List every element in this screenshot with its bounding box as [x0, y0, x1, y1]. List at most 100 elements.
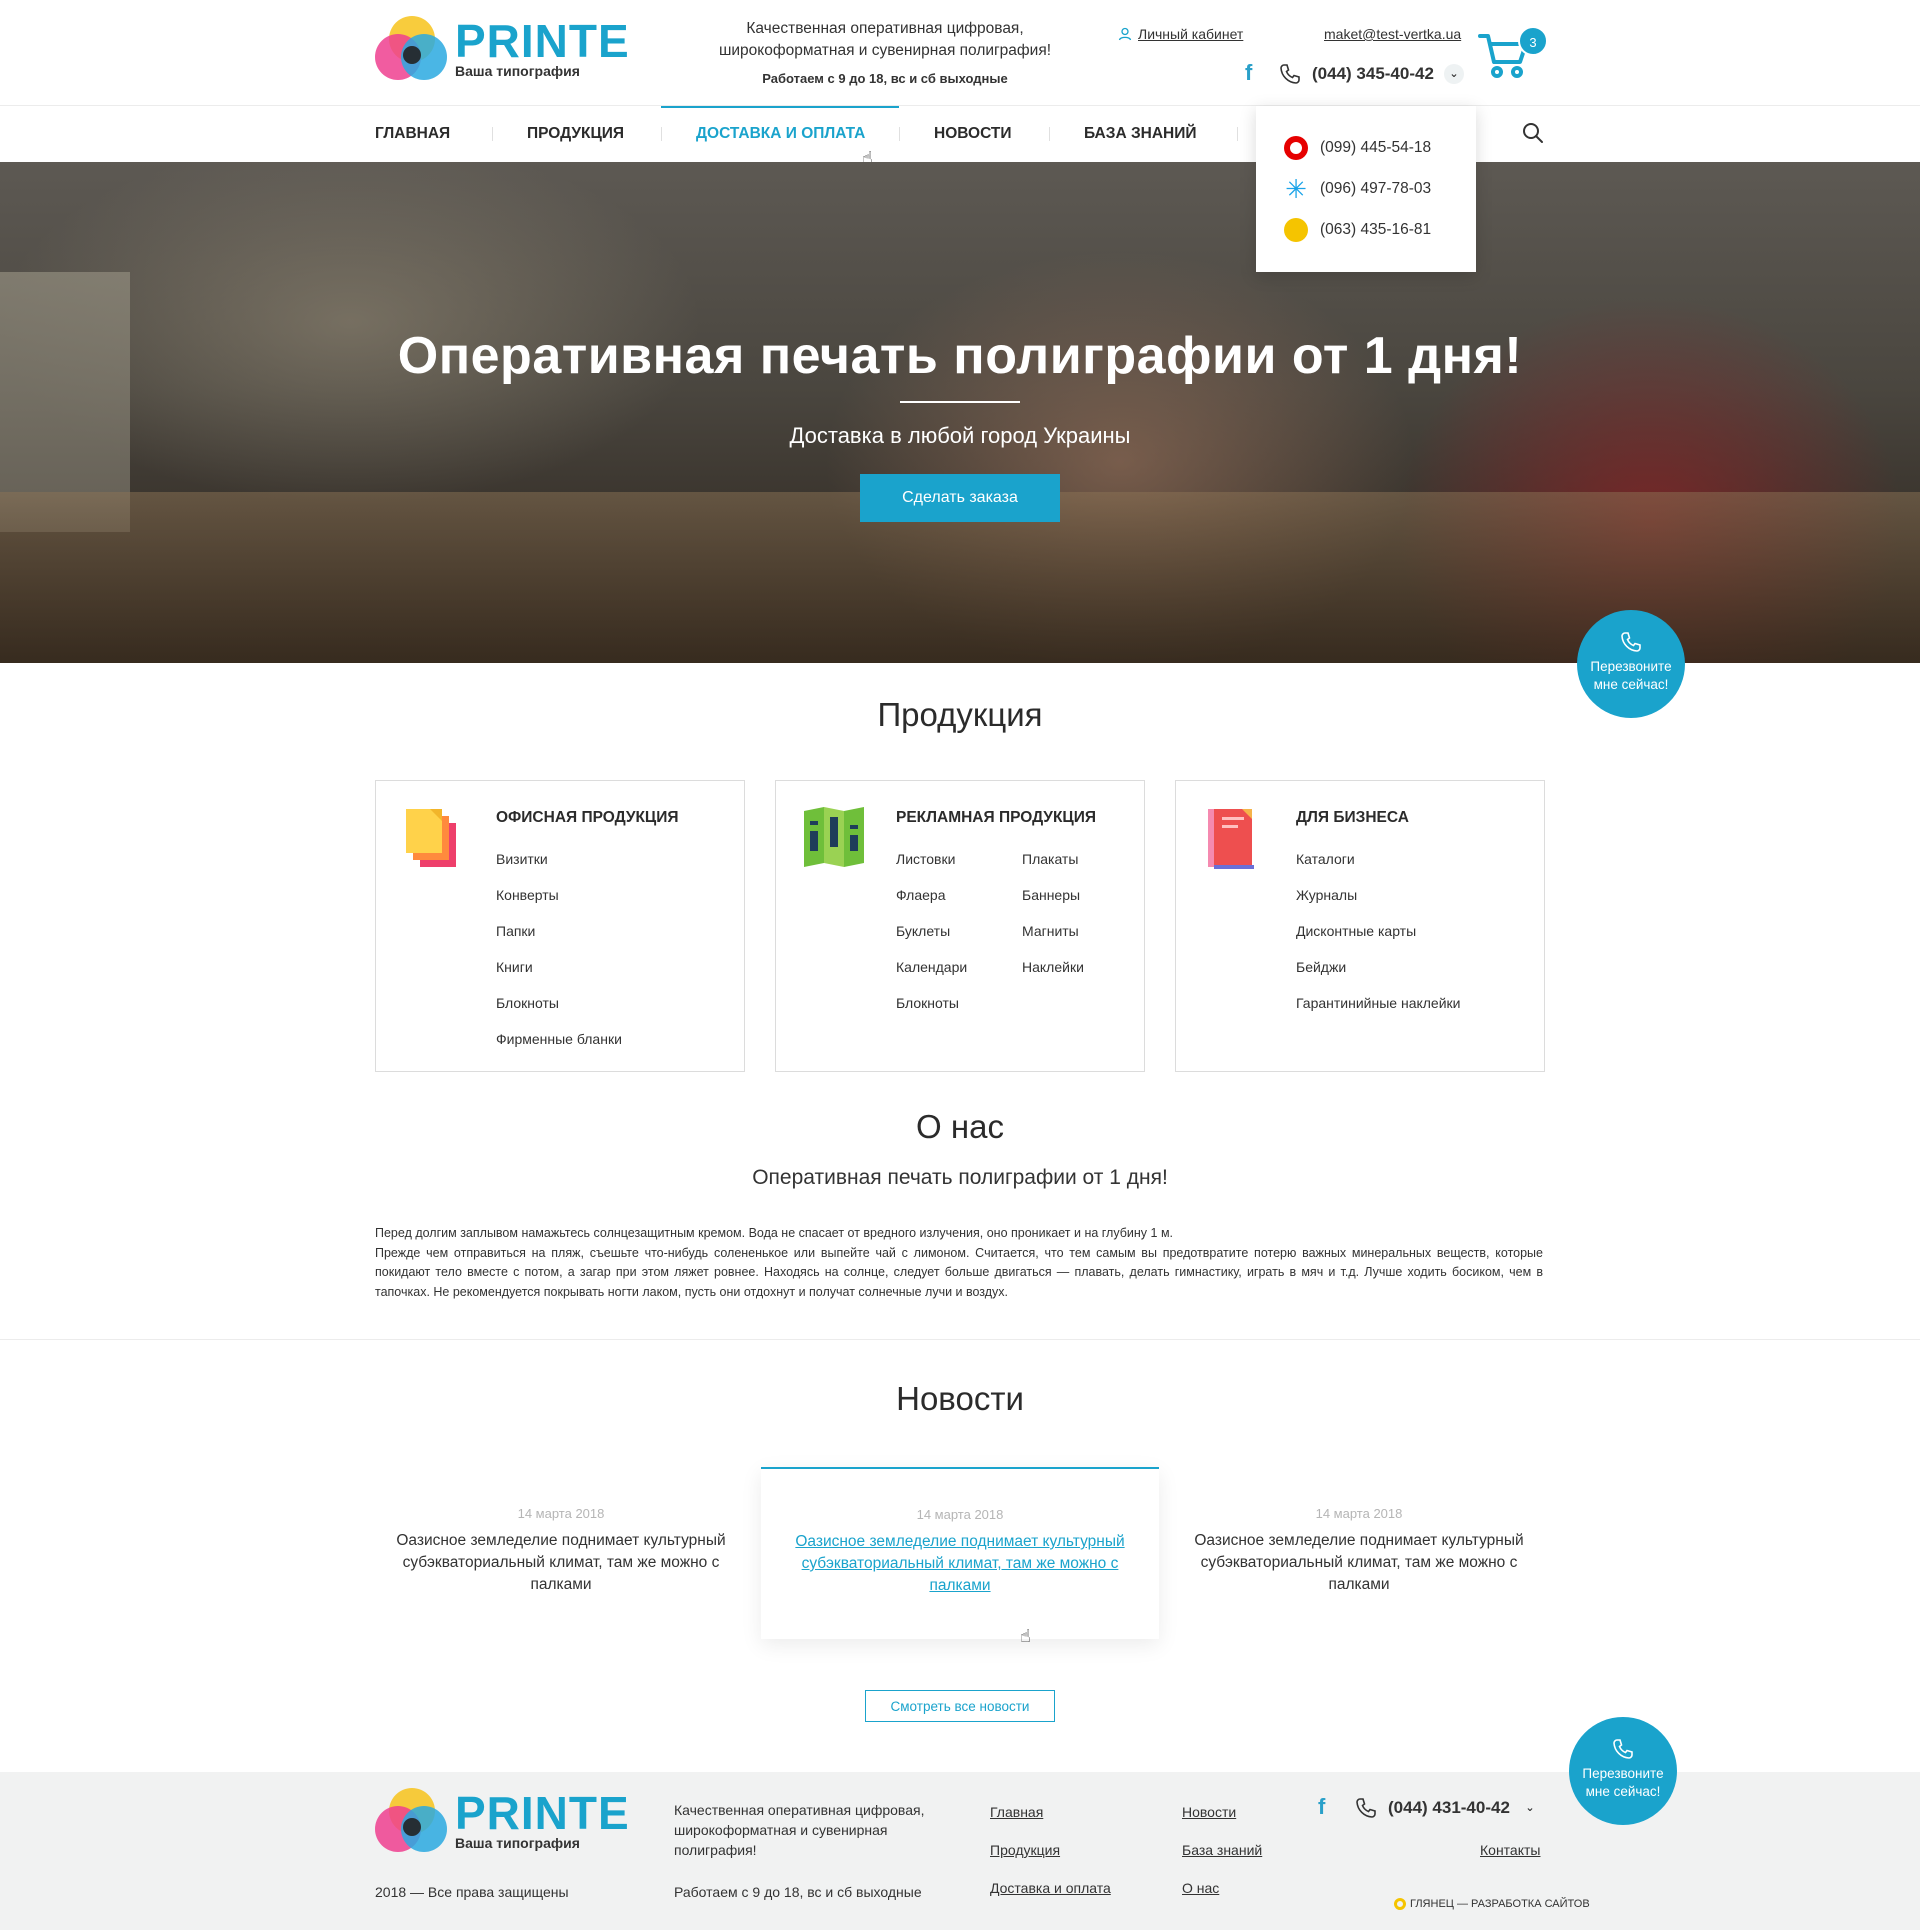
footer-link-home[interactable]: Главная	[990, 1804, 1043, 1820]
product-list: Каталоги Журналы Дисконтные карты Бейджи…	[1296, 847, 1460, 1027]
product-link[interactable]: Бейджи	[1296, 955, 1460, 991]
logo-title: PRINTE	[455, 15, 630, 67]
footer-link-knowledge[interactable]: База знаний	[1182, 1842, 1262, 1858]
header-phone[interactable]: (044) 345-40-42 ⌄	[1278, 62, 1464, 86]
lifecell-icon	[1284, 218, 1308, 242]
product-link[interactable]: Гарантинийные наклейки	[1296, 991, 1460, 1027]
footer-logo[interactable]: PRINTE Ваша типография	[375, 1788, 630, 1854]
product-link[interactable]: Фирменные бланки	[496, 1027, 622, 1063]
product-link[interactable]: Баннеры	[1022, 883, 1084, 919]
footer-link-about[interactable]: О нас	[1182, 1880, 1219, 1896]
personal-cabinet-label: Личный кабинет	[1138, 26, 1244, 42]
logo-mark-icon	[375, 16, 449, 82]
nav-separator	[492, 127, 493, 141]
footer-link-contacts[interactable]: Контакты	[1480, 1842, 1540, 1858]
catalog-book-icon	[1202, 805, 1262, 871]
chevron-down-icon[interactable]: ⌄	[1520, 1798, 1540, 1818]
product-link[interactable]: Блокноты	[496, 991, 622, 1027]
callback-label-line1: Перезвоните	[1590, 659, 1672, 674]
callback-button[interactable]: Перезвоните мне сейчас!	[1577, 610, 1685, 718]
product-link[interactable]: Листовки	[896, 847, 967, 883]
logo[interactable]: PRINTE Ваша типография	[375, 16, 630, 82]
footer-link-products[interactable]: Продукция	[990, 1842, 1060, 1858]
product-link[interactable]: Буклеты	[896, 919, 967, 955]
product-link[interactable]: Журналы	[1296, 883, 1460, 919]
nav-item-home[interactable]: ГЛАВНАЯ	[375, 106, 450, 162]
product-link[interactable]: Дисконтные карты	[1296, 919, 1460, 955]
news-card[interactable]: 14 марта 2018 Оазисное земледелие подним…	[362, 1468, 760, 1638]
product-link[interactable]: Флаера	[896, 883, 967, 919]
product-link[interactable]: Плакаты	[1022, 847, 1084, 883]
hero-title: Оперативная печать полиграфии от 1 дня!	[397, 327, 1523, 385]
site-header: PRINTE Ваша типография Качественная опер…	[0, 0, 1920, 106]
personal-cabinet-link[interactable]: Личный кабинет	[1118, 26, 1243, 42]
nav-item-news[interactable]: НОВОСТИ	[934, 106, 1012, 162]
header-tagline: Качественная оперативная цифровая, широк…	[718, 20, 1052, 59]
logo-title: PRINTE	[455, 1787, 630, 1839]
developer-credit[interactable]: ГЛЯНЕЦ — РАЗРАБОТКА САЙТОВ	[1394, 1898, 1590, 1910]
news-headline[interactable]: Оазисное земледелие поднимает культурный…	[392, 1530, 730, 1596]
news-card[interactable]: 14 марта 2018 Оазисное земледелие подним…	[1160, 1468, 1558, 1638]
product-link[interactable]: Блокноты	[896, 991, 967, 1027]
all-news-button[interactable]: Смотреть все новости	[865, 1690, 1055, 1722]
product-link[interactable]: Магниты	[1022, 919, 1084, 955]
product-link[interactable]: Наклейки	[1022, 955, 1084, 991]
product-link[interactable]: Конверты	[496, 883, 622, 919]
footer-phone[interactable]: (044) 431-40-42 ⌄	[1354, 1796, 1540, 1820]
glyanec-logo-icon	[1394, 1898, 1406, 1910]
cart-count-badge: 3	[1518, 26, 1548, 56]
news-card-hovered[interactable]: 14 марта 2018 Оазисное земледелие подним…	[761, 1467, 1159, 1639]
callback-button[interactable]: Перезвоните мне сейчас!	[1569, 1717, 1677, 1825]
user-icon	[1118, 27, 1132, 41]
dropdown-phone-vodafone[interactable]: (099) 445-54-18	[1284, 136, 1431, 160]
cart-button[interactable]: 3	[1478, 26, 1548, 86]
product-list: Плакаты Баннеры Магниты Наклейки	[1022, 847, 1084, 991]
dropdown-phone-kyivstar[interactable]: ✳ (096) 497-78-03	[1284, 176, 1431, 202]
footer-link-delivery[interactable]: Доставка и оплата	[990, 1880, 1111, 1896]
about-paragraph: Перед долгим заплывом намажьтесь солнцез…	[375, 1226, 1174, 1240]
section-divider	[0, 1339, 1920, 1340]
facebook-icon[interactable]: f	[1245, 60, 1252, 86]
copyright: 2018 — Все права защищены	[375, 1884, 569, 1900]
nav-item-knowledge[interactable]: БАЗА ЗНАНИЙ	[1084, 106, 1197, 162]
brochure-icon	[802, 805, 864, 871]
product-card-title: ОФИСНАЯ ПРОДУКЦИЯ	[496, 809, 679, 826]
product-card-title: ДЛЯ БИЗНЕСА	[1296, 809, 1409, 826]
dropdown-phone-number: (099) 445-54-18	[1320, 139, 1432, 156]
nav-separator	[899, 127, 900, 141]
product-link[interactable]: Каталоги	[1296, 847, 1460, 883]
header-hours: Работаем с 9 до 18, вс и сб выходные	[762, 71, 1008, 86]
about-subtitle: Оперативная печать полиграфии от 1 дня!	[752, 1166, 1168, 1189]
product-list: Визитки Конверты Папки Книги Блокноты Фи…	[496, 847, 622, 1063]
product-link[interactable]: Календари	[896, 955, 967, 991]
footer-link-news[interactable]: Новости	[1182, 1804, 1236, 1820]
phone-icon	[1621, 632, 1641, 652]
search-icon[interactable]	[1522, 122, 1544, 149]
news-date: 14 марта 2018	[1315, 1506, 1403, 1521]
product-link[interactable]: Книги	[496, 955, 622, 991]
hero-subtitle: Доставка в любой город Украины	[789, 423, 1131, 448]
dropdown-phone-number: (063) 435-16-81	[1320, 221, 1432, 238]
make-order-button[interactable]: Сделать заказа	[860, 474, 1060, 522]
phone-icon	[1354, 1796, 1378, 1820]
facebook-icon[interactable]: f	[1318, 1794, 1325, 1820]
vodafone-icon	[1284, 136, 1308, 160]
footer-tagline: Качественная оперативная цифровая, широк…	[674, 1802, 925, 1858]
nav-item-delivery[interactable]: ДОСТАВКА И ОПЛАТА	[696, 106, 865, 162]
email-link[interactable]: maket@test-vertka.ua	[1324, 26, 1461, 42]
callback-label-line2: мне сейчас!	[1593, 677, 1669, 692]
product-card-office: ОФИСНАЯ ПРОДУКЦИЯ Визитки Конверты Папки…	[375, 780, 745, 1072]
chevron-down-icon[interactable]: ⌄	[1443, 64, 1464, 84]
nav-item-products[interactable]: ПРОДУКЦИЯ	[527, 106, 624, 162]
product-link[interactable]: Папки	[496, 919, 622, 955]
product-link[interactable]: Визитки	[496, 847, 622, 883]
news-headline[interactable]: Оазисное земледелие поднимает культурный…	[1190, 1530, 1528, 1596]
news-title: Новости	[896, 1380, 1024, 1417]
news-headline[interactable]: Оазисное земледелие поднимает культурный…	[791, 1531, 1129, 1597]
hero-divider	[900, 401, 1020, 403]
footer-phone-number: (044) 431-40-42	[1388, 1798, 1510, 1817]
about-title: О нас	[916, 1108, 1004, 1145]
product-card-business: ДЛЯ БИЗНЕСА Каталоги Журналы Дисконтные …	[1175, 780, 1545, 1072]
nav-separator	[661, 127, 662, 141]
dropdown-phone-lifecell[interactable]: (063) 435-16-81	[1284, 218, 1431, 242]
